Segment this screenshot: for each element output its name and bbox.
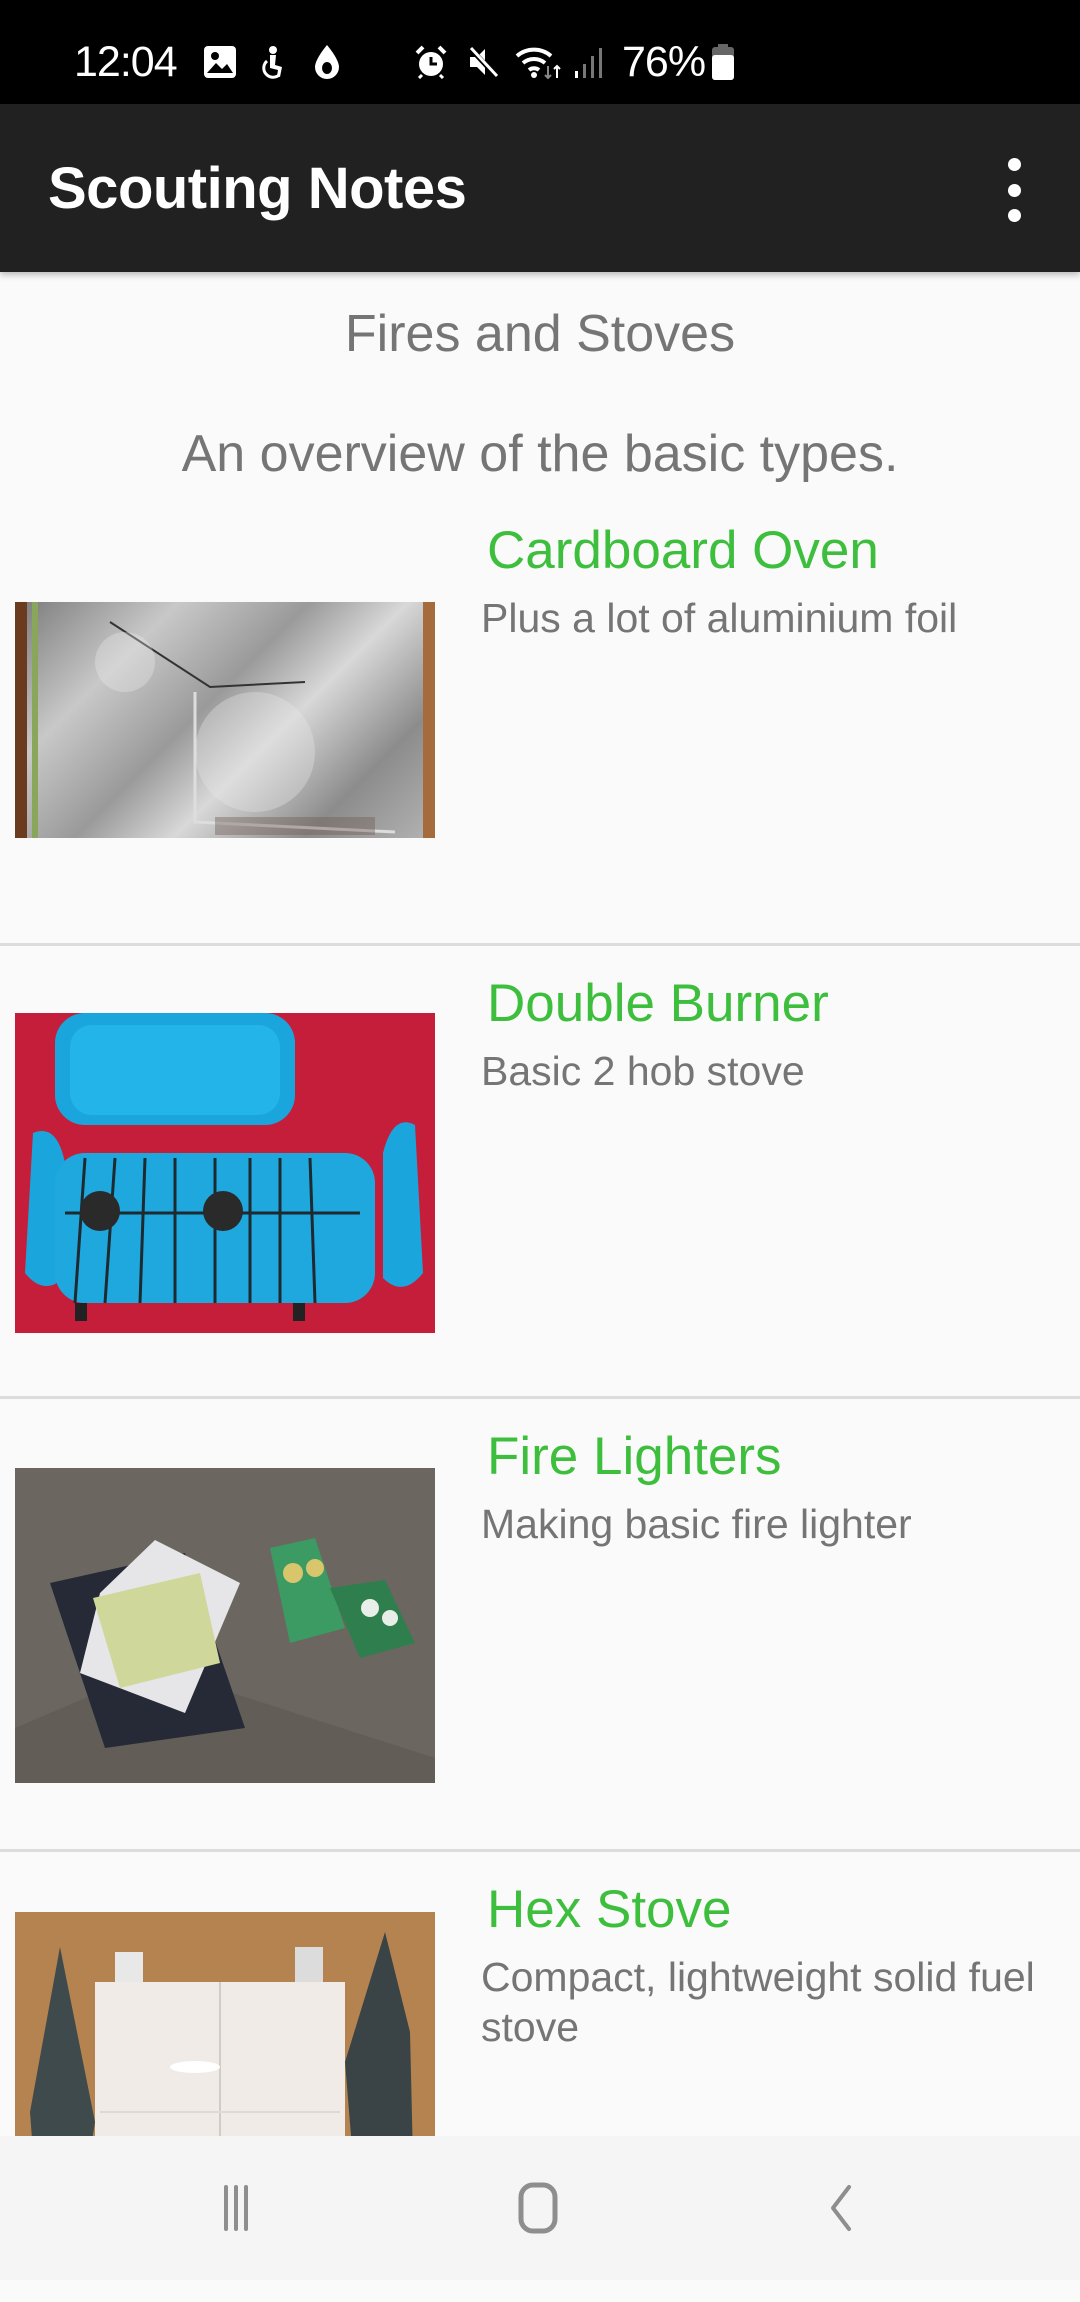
navigation-bar	[0, 2136, 1080, 2280]
app-title: Scouting Notes	[48, 156, 467, 221]
list-item[interactable]: Fire Lighters Making basic fire lighter	[0, 1399, 1080, 1852]
wifi-icon	[514, 44, 564, 80]
list-item[interactable]: Double Burner Basic 2 hob stove	[0, 946, 1080, 1399]
mute-icon	[465, 44, 501, 80]
home-icon	[518, 2182, 558, 2234]
list-item[interactable]: Cardboard Oven Plus a lot of aluminium f…	[0, 493, 1080, 946]
recents-icon	[224, 2185, 248, 2231]
home-button[interactable]	[493, 2176, 583, 2240]
item-description: Basic 2 hob stove	[481, 1048, 805, 1094]
page-subtitle: An overview of the basic types.	[181, 425, 899, 483]
page-title: Fires and Stoves	[344, 305, 736, 363]
water-drop-icon	[310, 44, 344, 80]
item-description: Making basic fire lighter	[481, 1501, 912, 1547]
accessibility-icon	[256, 44, 288, 80]
item-description: Plus a lot of aluminium foil	[481, 595, 958, 641]
battery-icon	[709, 44, 737, 80]
double-burner-photo	[15, 1013, 435, 1333]
recents-button[interactable]	[191, 2176, 281, 2240]
gallery-icon	[202, 44, 238, 80]
more-options-button[interactable]	[994, 158, 1034, 222]
app-bar: Scouting Notes	[0, 104, 1080, 272]
battery-percent: 76%	[622, 38, 706, 86]
status-bar: 12:04 76%	[0, 0, 1080, 104]
back-button[interactable]	[795, 2176, 885, 2240]
item-title: Double Burner	[487, 974, 829, 1033]
item-title: Fire Lighters	[487, 1427, 782, 1486]
item-title: Cardboard Oven	[487, 521, 879, 580]
stove-list: Cardboard Oven Plus a lot of aluminium f…	[0, 493, 1080, 2302]
more-vert-icon	[1007, 158, 1021, 171]
back-icon	[831, 2185, 851, 2231]
status-time: 12:04	[74, 38, 178, 86]
cardboard-oven-photo	[15, 602, 435, 838]
signal-icon	[572, 44, 608, 80]
item-description: Compact, lightweight solid fuel stove	[481, 1954, 1035, 2050]
alarm-icon	[413, 44, 449, 80]
item-title: Hex Stove	[487, 1880, 732, 1939]
fire-lighters-photo	[15, 1468, 435, 1783]
